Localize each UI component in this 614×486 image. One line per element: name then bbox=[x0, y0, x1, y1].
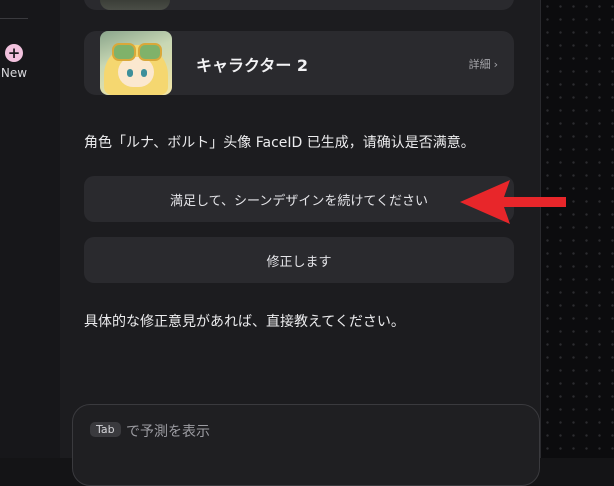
new-chat-label: New bbox=[0, 66, 28, 80]
red-arrow-annotation bbox=[460, 180, 566, 224]
continue-scene-design-button[interactable]: 満足して、シーンデザインを続けてください bbox=[84, 176, 514, 222]
revise-button[interactable]: 修正します bbox=[84, 237, 514, 283]
previous-character-thumbnail bbox=[100, 0, 170, 10]
confirmation-message: 角色「ルナ、ボルト」头像 FaceID 已生成，请确认是否满意。 bbox=[84, 135, 475, 151]
previous-character-card[interactable] bbox=[84, 0, 514, 10]
arrow-shape bbox=[460, 180, 566, 224]
left-sidebar: + New bbox=[0, 0, 61, 458]
right-dotted-panel bbox=[541, 0, 614, 458]
character-avatar bbox=[100, 31, 172, 95]
chat-panel: キャラクター 2 詳細 › 角色「ルナ、ボルト」头像 FaceID 已生成，请确认… bbox=[60, 0, 541, 486]
character-name: キャラクター 2 bbox=[196, 56, 309, 75]
detail-link[interactable]: 詳細 › bbox=[469, 56, 498, 72]
character-card[interactable]: キャラクター 2 詳細 › bbox=[84, 31, 514, 95]
tab-key-badge: Tab bbox=[90, 422, 121, 437]
new-chat-button[interactable]: + New bbox=[0, 44, 28, 80]
chevron-right-icon: › bbox=[493, 58, 498, 71]
input-hint: で予測を表示 bbox=[126, 424, 210, 440]
plus-icon: + bbox=[5, 44, 23, 62]
feedback-prompt-message: 具体的な修正意見があれば、直接教えてください。 bbox=[84, 314, 405, 330]
chat-input-box[interactable]: Tab で予測を表示 bbox=[72, 404, 540, 486]
sidebar-divider bbox=[0, 18, 28, 19]
detail-label: 詳細 bbox=[468, 58, 491, 71]
